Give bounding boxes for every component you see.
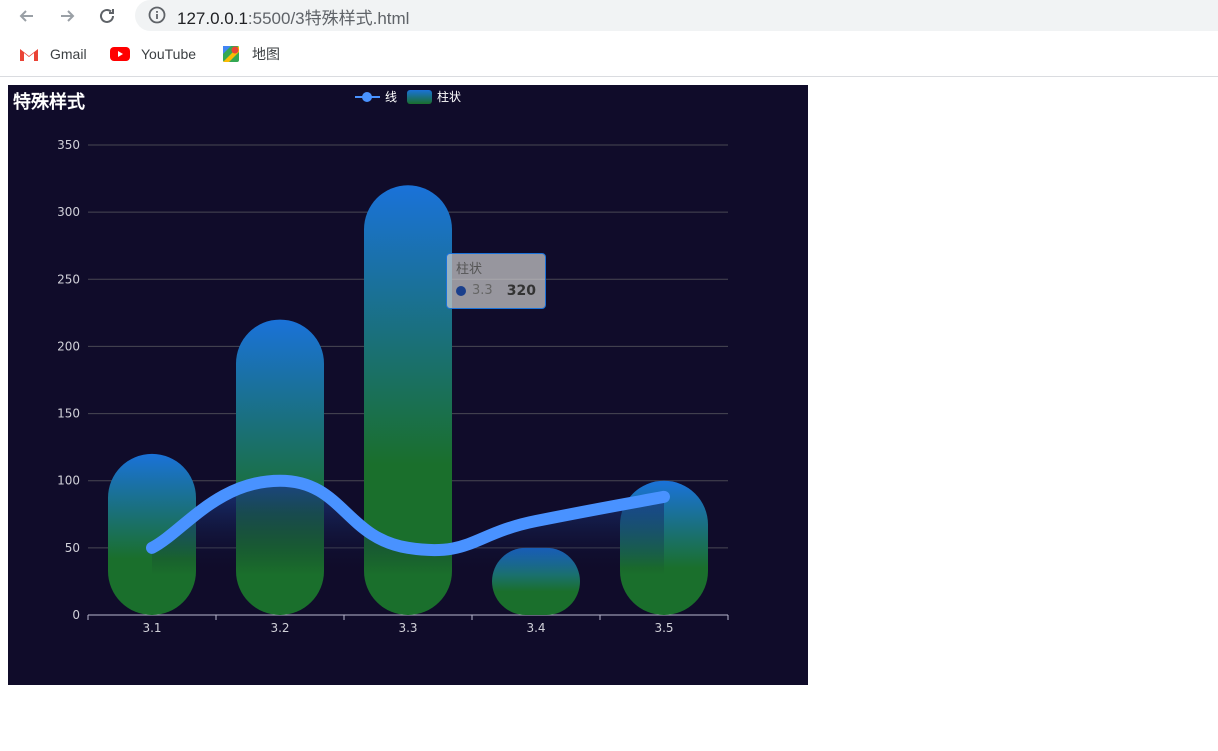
y-tick-label: 150 <box>57 407 80 421</box>
chart-canvas: 0 50 100 150 200 250 300 350 3.1 3.2 3.3 3.4 3.5 <box>57 138 729 635</box>
chart-legend: 线 柱状 <box>355 88 461 105</box>
bookmark-gmail-label: Gmail <box>50 46 87 62</box>
bookmark-youtube-label: YouTube <box>141 46 197 62</box>
url-host: 127.0.0.1 <box>177 9 248 28</box>
tooltip-title: 柱状 <box>456 262 483 277</box>
toolbar-divider <box>0 76 1218 77</box>
url-text[interactable]: 127.0.0.1:5500/3特殊样式.html <box>177 4 409 29</box>
bookmark-maps[interactable]: 地图 <box>220 44 280 64</box>
reload-button[interactable] <box>94 3 120 29</box>
back-button[interactable] <box>14 3 40 29</box>
y-tick-label: 250 <box>57 272 80 286</box>
x-tick-label: 3.2 <box>270 621 289 635</box>
legend-line-label: 线 <box>385 90 398 104</box>
reload-icon <box>100 8 114 23</box>
legend-item-bar[interactable]: 柱状 <box>407 88 461 105</box>
chart-title: 特殊样式 <box>13 92 85 113</box>
address-bar[interactable]: 127.0.0.1:5500/3特殊样式.html <box>135 0 1218 31</box>
tooltip-marker <box>456 286 466 296</box>
browser-toolbar: 127.0.0.1:5500/3特殊样式.html <box>0 0 1218 32</box>
chart-panel: 0 50 100 150 200 250 300 350 3.1 3.2 3.3 3.4 3.5 特殊样… <box>8 85 808 685</box>
y-tick-label: 200 <box>57 339 80 353</box>
y-tick-label: 300 <box>57 205 80 219</box>
forward-arrow-icon <box>61 10 75 22</box>
x-tick-label: 3.1 <box>142 621 161 635</box>
legend-item-line[interactable]: 线 <box>355 88 397 105</box>
x-tick-label: 3.4 <box>526 621 545 635</box>
legend-bar-label: 柱状 <box>437 90 462 104</box>
info-icon[interactable] <box>147 5 167 25</box>
tooltip-row: 3.3 320 <box>456 280 536 302</box>
forward-button[interactable] <box>54 3 80 29</box>
back-arrow-icon <box>19 10 33 22</box>
url-path: :5500/3特殊样式.html <box>247 9 410 28</box>
bookmark-gmail[interactable]: Gmail <box>18 44 87 64</box>
legend-line-symbol <box>355 90 380 104</box>
y-tick-label: 350 <box>57 138 80 152</box>
tooltip-category: 3.3 <box>472 283 493 298</box>
gmail-icon <box>20 49 38 61</box>
x-tick-label: 3.5 <box>654 621 673 635</box>
y-tick-label: 100 <box>57 474 80 488</box>
bookmarks-bar: Gmail YouTube 地图 <box>0 36 1218 72</box>
bookmark-maps-label: 地图 <box>252 46 280 62</box>
chart-tooltip: 柱状 3.3 320 <box>446 253 546 309</box>
y-tick-label: 50 <box>65 541 80 555</box>
bookmark-youtube[interactable]: YouTube <box>109 44 196 64</box>
y-tick-label: 0 <box>72 608 80 622</box>
tooltip-value: 320 <box>506 283 536 299</box>
youtube-icon <box>110 47 130 61</box>
maps-icon <box>223 46 239 62</box>
legend-bar-symbol <box>407 89 433 104</box>
x-tick-label: 3.3 <box>398 621 417 635</box>
